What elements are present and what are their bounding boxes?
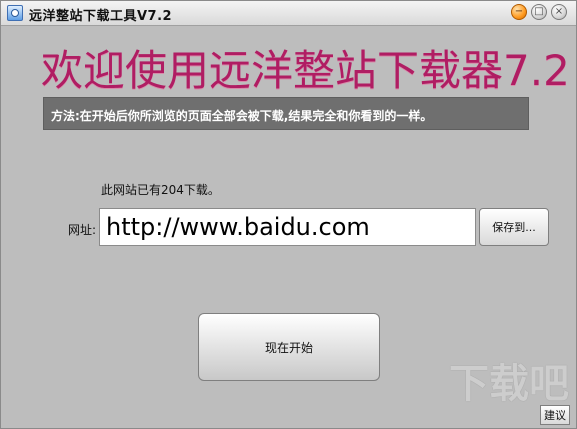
tip-text: 方法:在开始后你所浏览的页面全部会被下载,结果完全和你看到的一样。 [51, 109, 433, 123]
maximize-icon: □ [534, 6, 544, 17]
maximize-button[interactable]: □ [531, 4, 547, 20]
welcome-banner: 欢迎使用远洋整站下载器7.2 [41, 46, 570, 95]
download-count-text: 此网站已有204下载。 [101, 183, 220, 197]
url-input[interactable] [99, 208, 476, 246]
window-title: 远洋整站下载工具V7.2 [29, 9, 173, 24]
minimize-icon: − [514, 6, 524, 17]
app-icon [7, 5, 23, 21]
save-to-button[interactable]: 保存到... [479, 208, 549, 246]
main-window: 远洋整站下载工具V7.2 − □ × 欢迎使用远洋整站下载器7.2 方法:在开始… [0, 0, 577, 429]
url-label: 网址: [68, 223, 97, 237]
start-now-button[interactable]: 现在开始 [198, 313, 380, 381]
suggest-button[interactable]: 建议 [540, 405, 570, 425]
close-button[interactable]: × [551, 4, 567, 20]
minimize-button[interactable]: − [511, 4, 527, 20]
tip-bar: 方法:在开始后你所浏览的页面全部会被下载,结果完全和你看到的一样。 [43, 97, 529, 130]
title-bar[interactable]: 远洋整站下载工具V7.2 − □ × [1, 1, 576, 26]
close-icon: × [554, 6, 564, 17]
